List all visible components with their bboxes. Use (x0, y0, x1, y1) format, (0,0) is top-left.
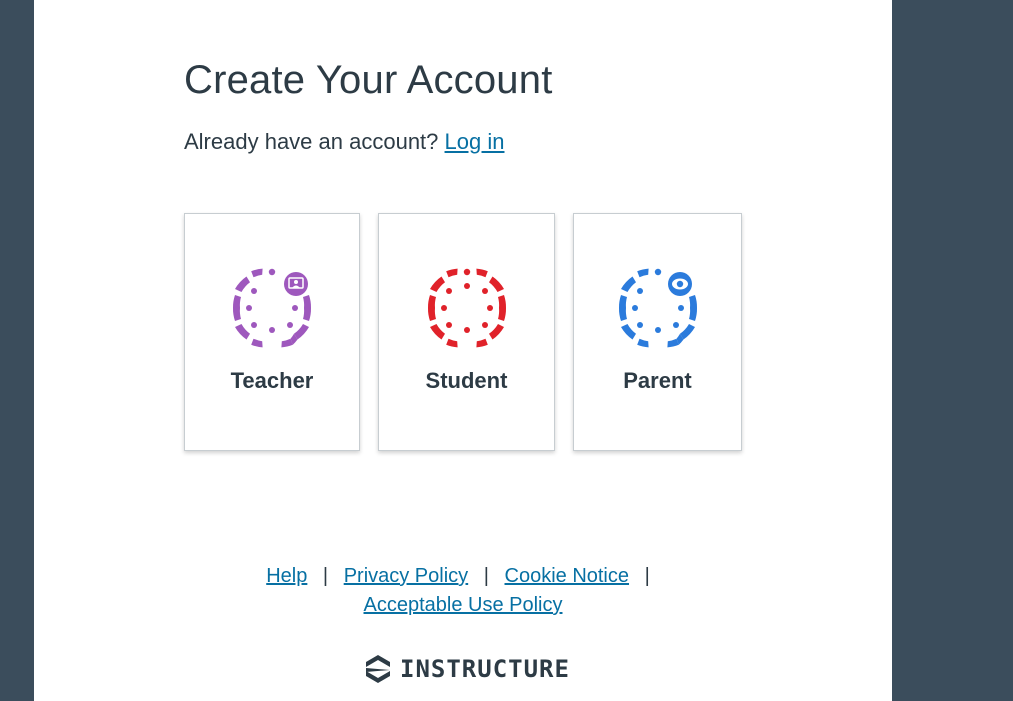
privacy-policy-link[interactable]: Privacy Policy (344, 565, 468, 587)
teacher-card[interactable]: Teacher (184, 213, 360, 451)
footer-separator: | (322, 565, 329, 587)
parent-icon (618, 268, 697, 348)
instructure-brand[interactable]: INSTRUCTURE (366, 655, 570, 683)
teacher-icon (232, 268, 312, 348)
footer-row-2: Acceptable Use Policy (34, 591, 892, 620)
footer-row-1: Help | Privacy Policy | Cookie Notice | (34, 562, 892, 591)
student-card[interactable]: Student (378, 213, 555, 451)
student-icon (427, 268, 506, 348)
instructure-logo-icon (366, 655, 390, 683)
brand-name: INSTRUCTURE (400, 655, 570, 683)
login-prompt-text: Already have an account? (184, 129, 439, 154)
student-label: Student (425, 368, 508, 393)
cookie-notice-link[interactable]: Cookie Notice (505, 565, 630, 587)
content-panel: Create Your Account Already have an acco… (34, 0, 892, 701)
parent-label: Parent (623, 368, 692, 393)
login-prompt: Already have an account? Log in (184, 129, 504, 155)
acceptable-use-policy-link[interactable]: Acceptable Use Policy (364, 594, 563, 616)
login-link[interactable]: Log in (445, 129, 505, 154)
footer-separator: | (644, 565, 650, 587)
parent-card[interactable]: Parent (573, 213, 742, 451)
footer-separator: | (483, 565, 489, 587)
footer-links: Help | Privacy Policy | Cookie Notice | … (34, 562, 892, 620)
teacher-label: Teacher (230, 368, 314, 393)
page-title: Create Your Account (184, 58, 553, 102)
help-link[interactable]: Help (266, 565, 307, 587)
